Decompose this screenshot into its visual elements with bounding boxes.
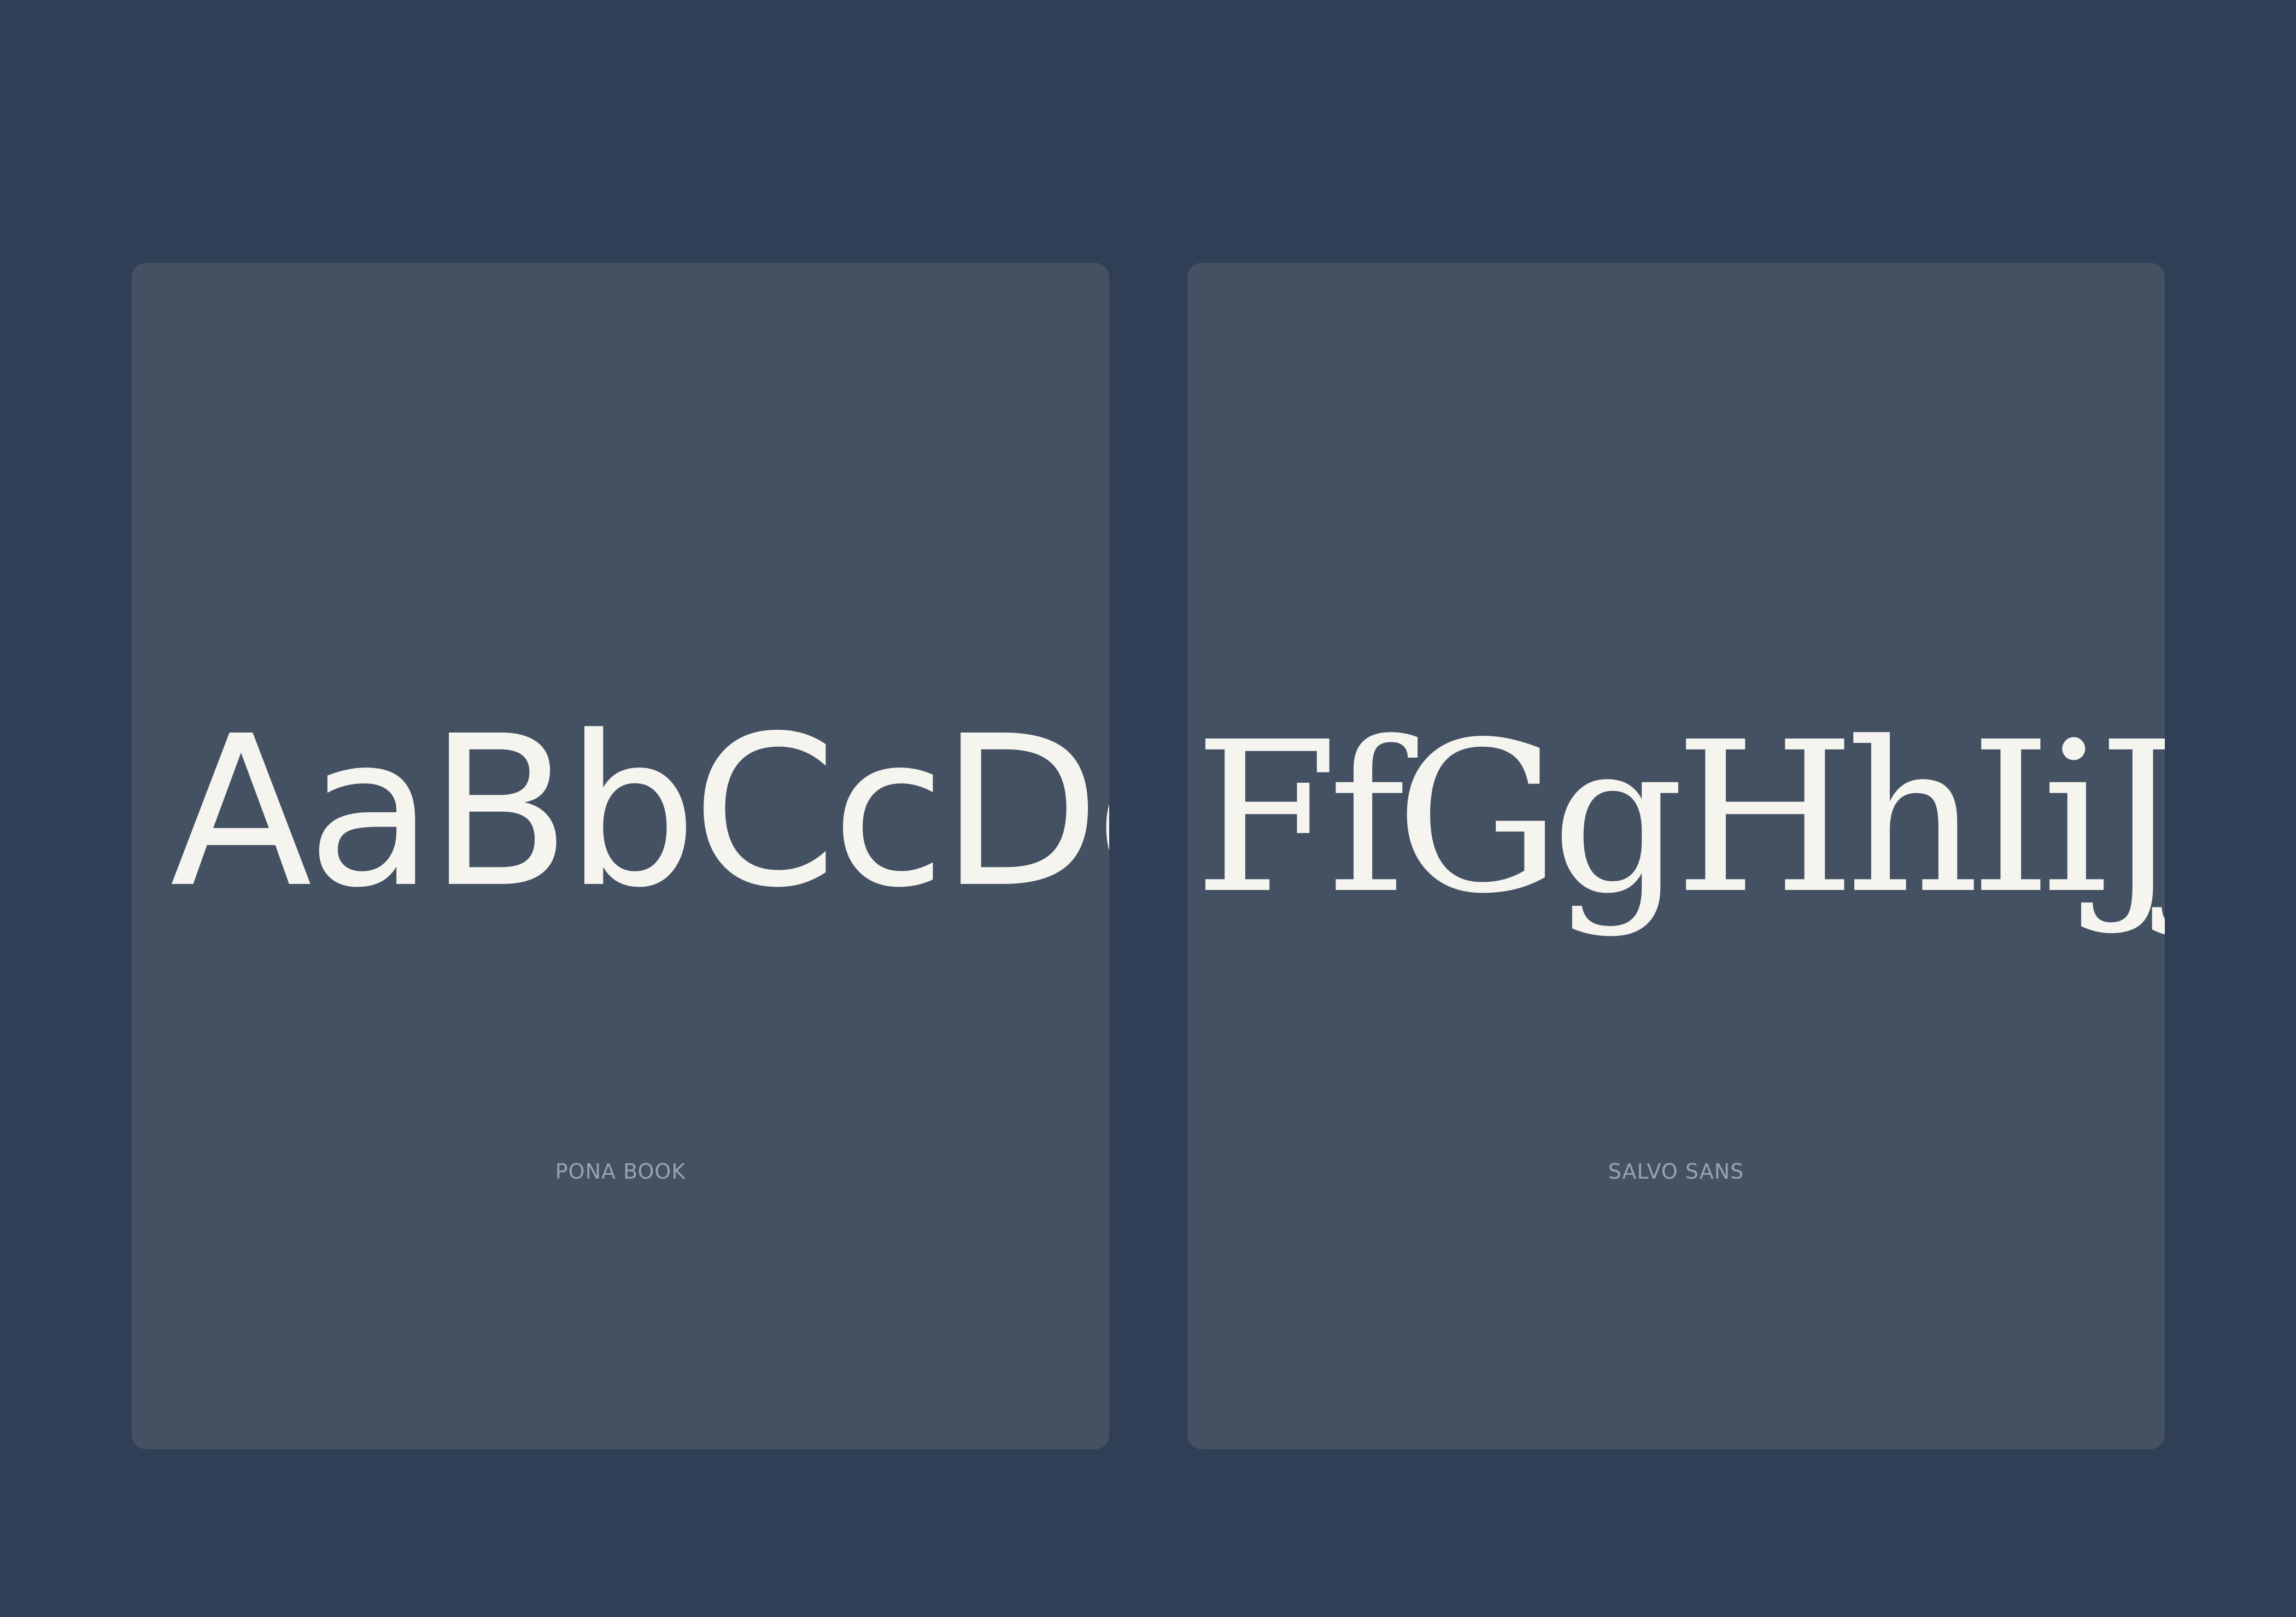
font-specimen-left: AaBbCcDd xyxy=(170,691,1109,933)
font-name-label-left: PONA BOOK xyxy=(555,1159,686,1184)
font-name-label-right: SALVO SANS xyxy=(1608,1159,1744,1184)
font-specimen-right: FfGgHhIiJjKk xyxy=(1194,697,2165,939)
font-card-left: AaBbCcDd PONA BOOK xyxy=(132,263,1109,1449)
font-card-right: FfGgHhIiJjKk SALVO SANS xyxy=(1187,263,2165,1449)
